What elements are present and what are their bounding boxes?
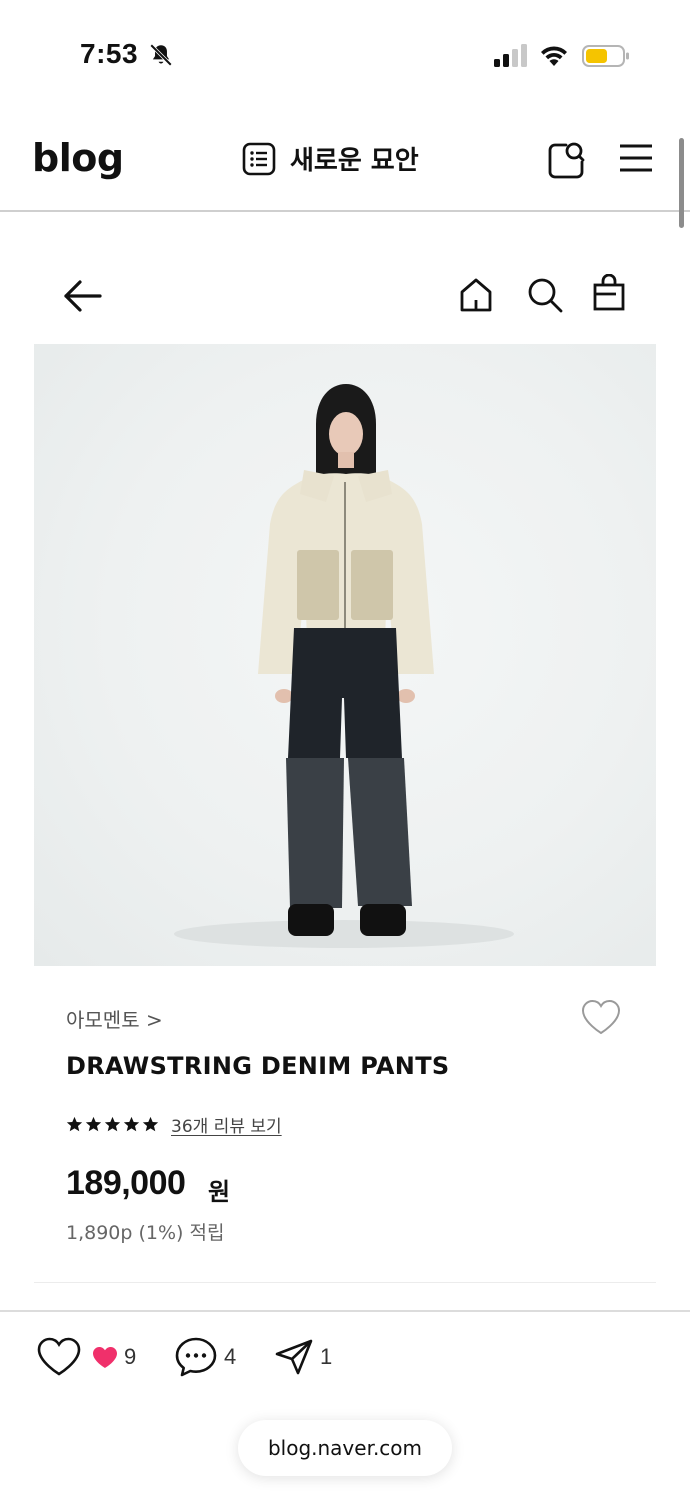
star-icon [66, 1116, 83, 1132]
status-time: 7:53 [80, 38, 139, 69]
wifi-icon [541, 46, 567, 66]
rating-row: 36개 리뷰 보기 [66, 1112, 282, 1137]
product-price: 189,000 [66, 1164, 186, 1202]
star-rating [66, 1116, 159, 1133]
cellular-signal-icon [494, 44, 527, 67]
divider [34, 1282, 656, 1283]
menu-icon[interactable] [618, 142, 654, 174]
list-icon [242, 142, 276, 175]
reward-points: 1,890p (1%) 적립 [66, 1222, 225, 1244]
divider [0, 1310, 690, 1312]
battery-icon [582, 45, 629, 67]
home-icon[interactable] [458, 276, 494, 314]
price-unit: 원 [208, 1178, 231, 1206]
brand-link[interactable]: 아모멘토 > [66, 1004, 163, 1033]
share-count: 1 [320, 1344, 333, 1369]
search-tag-icon[interactable] [546, 140, 586, 180]
scrollbar[interactable] [679, 138, 684, 228]
product-model-illustration [174, 384, 514, 948]
blog-header: blog 새로운 묘안 [0, 110, 690, 212]
wishlist-heart-icon[interactable] [580, 998, 622, 1036]
like-count: 9 [124, 1344, 137, 1369]
bell-slash-icon [150, 44, 172, 66]
post-title-bar[interactable]: 새로운 묘안 [242, 140, 419, 177]
star-icon [142, 1116, 159, 1132]
reaction-bar: 9 4 1 [0, 1320, 690, 1394]
product-image[interactable] [34, 344, 656, 966]
star-icon [123, 1116, 140, 1132]
product-name: DRAWSTRING DENIM PANTS [66, 1052, 450, 1080]
back-arrow-icon[interactable] [62, 278, 104, 314]
status-bar: 7:53 [0, 0, 690, 110]
like-heart-outline-icon[interactable] [36, 1336, 82, 1378]
url-text: blog.naver.com [267, 1436, 423, 1460]
comment-count: 4 [224, 1344, 237, 1369]
blog-logo[interactable]: blog [32, 136, 124, 180]
search-icon[interactable] [526, 276, 564, 314]
url-bar[interactable]: blog.naver.com [238, 1420, 452, 1476]
like-heart-filled-icon [93, 1347, 117, 1368]
share-send-icon[interactable] [274, 1338, 314, 1376]
review-link[interactable]: 36개 리뷰 보기 [171, 1112, 282, 1137]
star-icon [85, 1116, 102, 1132]
shopping-bag-icon[interactable] [592, 274, 626, 312]
post-title: 새로운 묘안 [290, 146, 419, 176]
comment-icon[interactable] [174, 1336, 218, 1378]
star-icon [104, 1116, 121, 1132]
